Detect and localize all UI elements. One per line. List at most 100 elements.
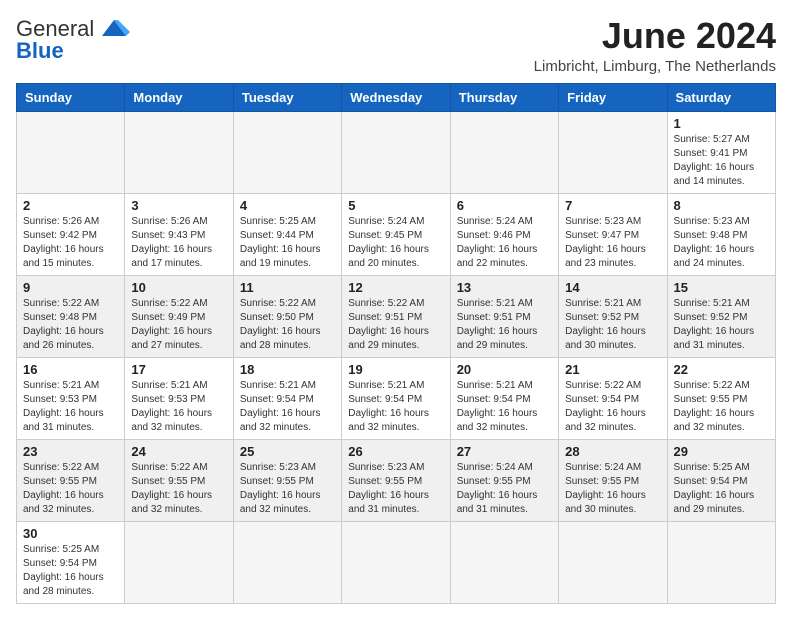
calendar-cell: 27 Sunrise: 5:24 AM Sunset: 9:55 PM Dayli… xyxy=(450,439,558,521)
day-number: 20 xyxy=(457,362,552,377)
calendar-cell xyxy=(125,521,233,603)
calendar-cell: 16 Sunrise: 5:21 AM Sunset: 9:53 PM Dayli… xyxy=(17,357,125,439)
calendar-week-row: 30Sunrise: 5:25 AM Sunset: 9:54 PM Dayli… xyxy=(17,521,776,603)
calendar-cell: 9Sunrise: 5:22 AM Sunset: 9:48 PM Daylig… xyxy=(17,275,125,357)
weekday-header-thursday: Thursday xyxy=(450,83,558,111)
day-info: Sunrise: 5:25 AM Sunset: 9:44 PM Dayligh… xyxy=(240,216,321,269)
day-number: 18 xyxy=(240,362,335,377)
calendar-cell: 29Sunrise: 5:25 AM Sunset: 9:54 PM Dayli… xyxy=(667,439,775,521)
day-number: 15 xyxy=(674,280,769,295)
logo-blue: Blue xyxy=(16,38,64,64)
header: General Blue June 2024 Limbricht, Limbur… xyxy=(16,16,776,75)
day-info: Sunrise: 5:23 AM Sunset: 9:55 PM Dayligh… xyxy=(240,462,321,515)
day-number: 25 xyxy=(240,444,335,459)
day-info: Sunrise: 5:22 AM Sunset: 9:55 PM Dayligh… xyxy=(131,462,212,515)
logo: General Blue xyxy=(16,16,132,64)
day-number: 5 xyxy=(348,198,443,213)
calendar-cell xyxy=(450,521,558,603)
day-number: 26 xyxy=(348,444,443,459)
day-number: 16 xyxy=(23,362,118,377)
calendar-week-row: 2Sunrise: 5:26 AM Sunset: 9:42 PM Daylig… xyxy=(17,193,776,275)
day-info: Sunrise: 5:22 AM Sunset: 9:49 PM Dayligh… xyxy=(131,298,212,351)
calendar-cell: 28Sunrise: 5:24 AM Sunset: 9:55 PM Dayli… xyxy=(559,439,667,521)
weekday-header-sunday: Sunday xyxy=(17,83,125,111)
day-info: Sunrise: 5:21 AM Sunset: 9:54 PM Dayligh… xyxy=(348,380,429,433)
day-number: 11 xyxy=(240,280,335,295)
day-number: 4 xyxy=(240,198,335,213)
calendar-cell xyxy=(559,521,667,603)
day-number: 27 xyxy=(457,444,552,459)
calendar-cell xyxy=(233,111,341,193)
calendar-week-row: 9Sunrise: 5:22 AM Sunset: 9:48 PM Daylig… xyxy=(17,275,776,357)
day-number: 21 xyxy=(565,362,660,377)
calendar-cell xyxy=(233,521,341,603)
calendar-cell: 6 Sunrise: 5:24 AM Sunset: 9:46 PM Daylig… xyxy=(450,193,558,275)
day-info: Sunrise: 5:21 AM Sunset: 9:52 PM Dayligh… xyxy=(565,298,646,351)
day-info: Sunrise: 5:24 AM Sunset: 9:45 PM Dayligh… xyxy=(348,216,429,269)
calendar-cell: 7 Sunrise: 5:23 AM Sunset: 9:47 PM Daylig… xyxy=(559,193,667,275)
day-info: Sunrise: 5:21 AM Sunset: 9:53 PM Dayligh… xyxy=(131,380,212,433)
day-number: 7 xyxy=(565,198,660,213)
weekday-header-friday: Friday xyxy=(559,83,667,111)
day-info: Sunrise: 5:21 AM Sunset: 9:53 PM Dayligh… xyxy=(23,380,104,433)
day-number: 9 xyxy=(23,280,118,295)
day-info: Sunrise: 5:21 AM Sunset: 9:51 PM Dayligh… xyxy=(457,298,538,351)
logo-icon xyxy=(98,18,130,40)
weekday-header-monday: Monday xyxy=(125,83,233,111)
calendar-subtitle: Limbricht, Limburg, The Netherlands xyxy=(534,58,776,75)
calendar-cell: 23Sunrise: 5:22 AM Sunset: 9:55 PM Dayli… xyxy=(17,439,125,521)
day-info: Sunrise: 5:26 AM Sunset: 9:43 PM Dayligh… xyxy=(131,216,212,269)
day-number: 13 xyxy=(457,280,552,295)
day-number: 1 xyxy=(674,116,769,131)
day-info: Sunrise: 5:23 AM Sunset: 9:48 PM Dayligh… xyxy=(674,216,755,269)
calendar-week-row: 23 Sunrise: 5:22 AM Sunset: 9:55 PM Dayli… xyxy=(17,439,776,521)
day-number: 22 xyxy=(674,362,769,377)
calendar-cell xyxy=(125,111,233,193)
calendar-cell: 3 Sunrise: 5:26 AM Sunset: 9:43 PM Daylig… xyxy=(125,193,233,275)
day-number: 3 xyxy=(131,198,226,213)
day-number: 24 xyxy=(131,444,226,459)
day-number: 17 xyxy=(131,362,226,377)
calendar-cell: 20 Sunrise: 5:21 AM Sunset: 9:54 PM Dayli… xyxy=(450,357,558,439)
day-number: 12 xyxy=(348,280,443,295)
day-info: Sunrise: 5:24 AM Sunset: 9:46 PM Dayligh… xyxy=(457,216,538,269)
day-info: Sunrise: 5:24 AM Sunset: 9:55 PM Dayligh… xyxy=(457,462,538,515)
day-info: Sunrise: 5:25 AM Sunset: 9:54 PM Dayligh… xyxy=(674,462,755,515)
calendar-week-row: 1Sunrise: 5:27 AM Sunset: 9:41 PM Daylig… xyxy=(17,111,776,193)
day-info: Sunrise: 5:25 AM Sunset: 9:54 PM Dayligh… xyxy=(23,544,104,597)
day-info: Sunrise: 5:21 AM Sunset: 9:54 PM Dayligh… xyxy=(457,380,538,433)
title-area: June 2024 Limbricht, Limburg, The Nether… xyxy=(534,16,776,75)
day-number: 23 xyxy=(23,444,118,459)
day-info: Sunrise: 5:21 AM Sunset: 9:52 PM Dayligh… xyxy=(674,298,755,351)
calendar-cell: 25 Sunrise: 5:23 AM Sunset: 9:55 PM Dayli… xyxy=(233,439,341,521)
day-info: Sunrise: 5:21 AM Sunset: 9:54 PM Dayligh… xyxy=(240,380,321,433)
calendar-cell: 8 Sunrise: 5:23 AM Sunset: 9:48 PM Daylig… xyxy=(667,193,775,275)
calendar-cell: 15 Sunrise: 5:21 AM Sunset: 9:52 PM Dayli… xyxy=(667,275,775,357)
calendar-cell: 12 Sunrise: 5:22 AM Sunset: 9:51 PM Dayli… xyxy=(342,275,450,357)
calendar-cell: 18 Sunrise: 5:21 AM Sunset: 9:54 PM Dayli… xyxy=(233,357,341,439)
day-number: 10 xyxy=(131,280,226,295)
calendar-cell: 1Sunrise: 5:27 AM Sunset: 9:41 PM Daylig… xyxy=(667,111,775,193)
weekday-header-wednesday: Wednesday xyxy=(342,83,450,111)
day-number: 19 xyxy=(348,362,443,377)
day-info: Sunrise: 5:22 AM Sunset: 9:51 PM Dayligh… xyxy=(348,298,429,351)
calendar-cell: 22Sunrise: 5:22 AM Sunset: 9:55 PM Dayli… xyxy=(667,357,775,439)
day-info: Sunrise: 5:23 AM Sunset: 9:47 PM Dayligh… xyxy=(565,216,646,269)
calendar-cell: 2Sunrise: 5:26 AM Sunset: 9:42 PM Daylig… xyxy=(17,193,125,275)
calendar-cell: 10 Sunrise: 5:22 AM Sunset: 9:49 PM Dayli… xyxy=(125,275,233,357)
calendar-cell xyxy=(559,111,667,193)
calendar-cell: 30Sunrise: 5:25 AM Sunset: 9:54 PM Dayli… xyxy=(17,521,125,603)
calendar-week-row: 16 Sunrise: 5:21 AM Sunset: 9:53 PM Dayli… xyxy=(17,357,776,439)
calendar-cell: 4 Sunrise: 5:25 AM Sunset: 9:44 PM Daylig… xyxy=(233,193,341,275)
calendar-cell: 21Sunrise: 5:22 AM Sunset: 9:54 PM Dayli… xyxy=(559,357,667,439)
weekday-header-saturday: Saturday xyxy=(667,83,775,111)
calendar-cell: 26Sunrise: 5:23 AM Sunset: 9:55 PM Dayli… xyxy=(342,439,450,521)
calendar-table: SundayMondayTuesdayWednesdayThursdayFrid… xyxy=(16,83,776,604)
day-info: Sunrise: 5:22 AM Sunset: 9:50 PM Dayligh… xyxy=(240,298,321,351)
day-number: 6 xyxy=(457,198,552,213)
calendar-cell xyxy=(342,111,450,193)
day-number: 8 xyxy=(674,198,769,213)
calendar-cell xyxy=(450,111,558,193)
calendar-cell: 17 Sunrise: 5:21 AM Sunset: 9:53 PM Dayli… xyxy=(125,357,233,439)
calendar-cell: 11 Sunrise: 5:22 AM Sunset: 9:50 PM Dayli… xyxy=(233,275,341,357)
